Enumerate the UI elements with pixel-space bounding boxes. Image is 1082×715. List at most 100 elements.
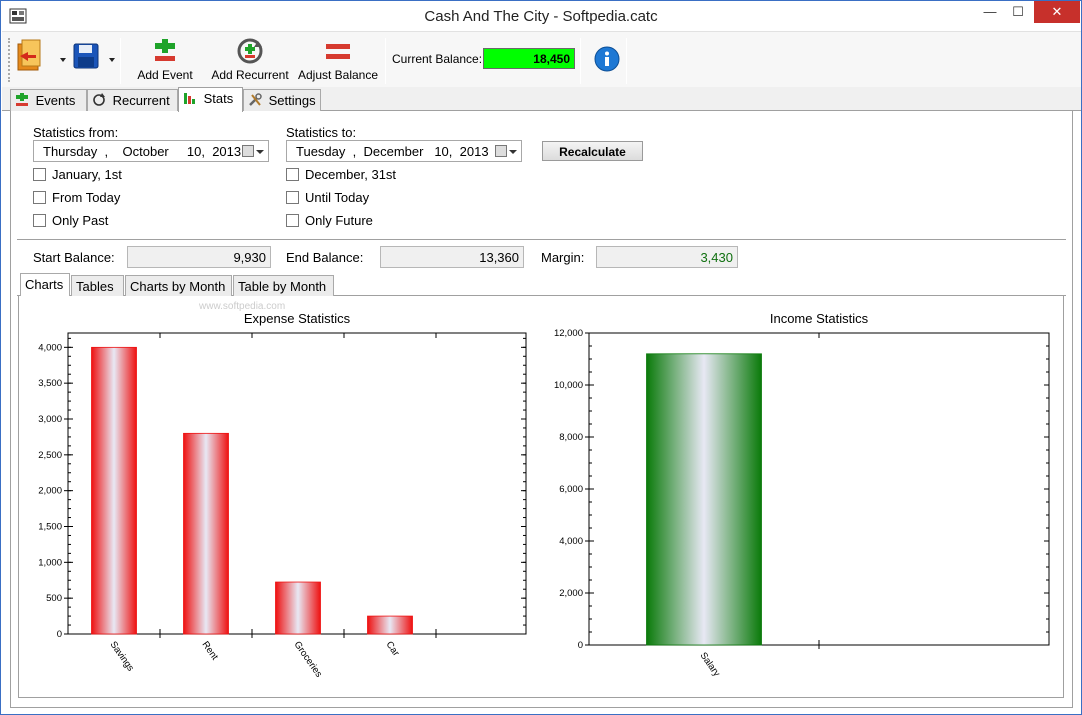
close-button[interactable]: ✕ — [1034, 1, 1080, 23]
to-weekday[interactable]: Tuesday — [296, 144, 345, 159]
checkbox-january-1st-label[interactable]: January, 1st — [52, 167, 122, 182]
stats-from-label: Statistics from: — [33, 125, 119, 140]
grip — [8, 38, 11, 82]
maximize-button[interactable]: ☐ — [1004, 1, 1032, 23]
bar — [183, 432, 229, 635]
y-tick-label: 10,000 — [554, 380, 583, 391]
tools-icon — [249, 93, 262, 106]
save-button[interactable] — [72, 42, 102, 72]
main-tabstrip: Events Recurrent Stats Settings — [2, 87, 1081, 112]
dropdown-arrow-icon[interactable] — [509, 150, 517, 154]
start-balance-field: 9,930 — [127, 246, 271, 268]
expense-chart: Expense Statistics 0 500 1,000 1,500 2,000 2,5… — [38, 311, 527, 680]
y-tick-label: 12,000 — [554, 328, 583, 339]
x-tick-label: Savings — [108, 639, 137, 673]
info-button[interactable] — [594, 46, 620, 72]
chart-title: Expense Statistics — [244, 311, 351, 326]
tab-settings-label: Settings — [268, 93, 316, 108]
y-tick-label: 500 — [46, 593, 62, 604]
end-balance-field: 13,360 — [380, 246, 524, 268]
to-month[interactable]: December — [363, 144, 423, 159]
tab-settings[interactable]: Settings — [243, 89, 321, 111]
info-icon — [594, 46, 620, 72]
to-day[interactable]: 10 — [434, 144, 448, 159]
checkbox-december-31st-label[interactable]: December, 31st — [305, 167, 396, 182]
y-tick-label: 2,000 — [559, 588, 583, 599]
title-bar[interactable]: Cash And The City - Softpedia.catc — ☐ ✕ — [1, 1, 1081, 31]
open-dropdown-arrow[interactable] — [60, 58, 66, 62]
date-space — [172, 144, 183, 159]
window-title: Cash And The City - Softpedia.catc — [424, 8, 658, 25]
x-tick-label: Salary — [698, 650, 723, 679]
subtab-table-by-month[interactable]: Table by Month — [233, 275, 334, 296]
date-sep: , — [349, 144, 360, 159]
current-balance-value: 18,450 — [483, 48, 575, 69]
checkbox-only-past-label[interactable]: Only Past — [52, 213, 108, 228]
x-tick-label: Car — [384, 639, 402, 658]
date-comma: , — [201, 144, 209, 159]
adjust-balance-button[interactable]: Adjust Balance — [296, 34, 380, 86]
checkbox-until-today-label[interactable]: Until Today — [305, 190, 369, 205]
from-day[interactable]: 10 — [187, 144, 201, 159]
to-year[interactable]: 2013 — [460, 144, 489, 159]
add-event-label: Add Event — [137, 68, 193, 82]
y-tick-label: 3,500 — [38, 378, 62, 389]
start-balance-label: Start Balance: — [33, 250, 115, 265]
y-tick-label: 8,000 — [559, 432, 583, 443]
checkbox-december-31st[interactable] — [286, 168, 299, 181]
add-recurrent-button[interactable]: Add Recurrent — [207, 34, 293, 86]
plus-minus-icon — [16, 93, 28, 106]
dropdown-arrow-icon[interactable] — [256, 150, 264, 154]
from-year[interactable]: 2013 — [212, 144, 241, 159]
toolbar: Add Event Add Recurrent Adjust Balance C… — [2, 31, 1081, 87]
margin-field: 3,430 — [596, 246, 738, 268]
checkbox-only-future-label[interactable]: Only Future — [305, 213, 373, 228]
toolbar-separator — [385, 38, 386, 84]
add-event-button[interactable]: Add Event — [130, 34, 200, 86]
toolbar-separator — [626, 38, 627, 84]
minimize-button[interactable]: — — [976, 1, 1004, 23]
from-date-picker[interactable]: Thursday , October 10, 2013 — [33, 140, 269, 162]
tab-recurrent[interactable]: Recurrent — [87, 89, 178, 111]
add-event-icon — [155, 39, 175, 61]
to-date-picker[interactable]: Tuesday , December 10, 2013 — [286, 140, 522, 162]
bar — [646, 353, 762, 646]
tab-events[interactable]: Events — [10, 89, 87, 111]
y-tick-label: 4,000 — [38, 342, 62, 353]
y-tick-label: 6,000 — [559, 484, 583, 495]
y-tick-label: 2,500 — [38, 450, 62, 461]
x-tick-label: Rent — [200, 639, 221, 662]
subtab-tables[interactable]: Tables — [71, 275, 124, 296]
income-chart: Income Statistics 0 2,000 4,000 6,000 8,000 10… — [554, 311, 1050, 679]
calendar-icon[interactable] — [242, 145, 254, 157]
y-tick-label: 3,000 — [38, 414, 62, 425]
subtab-charts[interactable]: Charts — [20, 273, 70, 296]
margin-label: Margin: — [541, 250, 585, 265]
chart-title: Income Statistics — [770, 311, 869, 326]
checkbox-only-future[interactable] — [286, 214, 299, 227]
tab-stats[interactable]: Stats — [178, 87, 243, 112]
checkbox-from-today[interactable] — [33, 191, 46, 204]
tab-recurrent-label: Recurrent — [112, 93, 170, 108]
open-file-button[interactable] — [16, 38, 54, 78]
bar — [367, 615, 413, 635]
toolbar-separator — [580, 38, 581, 84]
date-comma: , — [448, 144, 457, 159]
subtab-charts-by-month[interactable]: Charts by Month — [125, 275, 232, 296]
bar — [91, 346, 137, 635]
current-balance-label: Current Balance: — [392, 52, 483, 66]
from-weekday[interactable]: Thursday — [43, 144, 97, 159]
checkbox-until-today[interactable] — [286, 191, 299, 204]
checkbox-january-1st[interactable] — [33, 168, 46, 181]
date-sep: , — [100, 144, 119, 159]
checkbox-from-today-label[interactable]: From Today — [52, 190, 120, 205]
calendar-icon[interactable] — [495, 145, 507, 157]
from-month[interactable]: October — [123, 144, 169, 159]
equals-icon — [326, 44, 350, 59]
checkbox-only-past[interactable] — [33, 214, 46, 227]
bar — [275, 581, 321, 635]
save-dropdown-arrow[interactable] — [109, 58, 115, 62]
stats-to-label: Statistics to: — [286, 125, 357, 140]
recalculate-button[interactable]: Recalculate — [542, 141, 643, 161]
y-tick-label: 4,000 — [559, 536, 583, 547]
